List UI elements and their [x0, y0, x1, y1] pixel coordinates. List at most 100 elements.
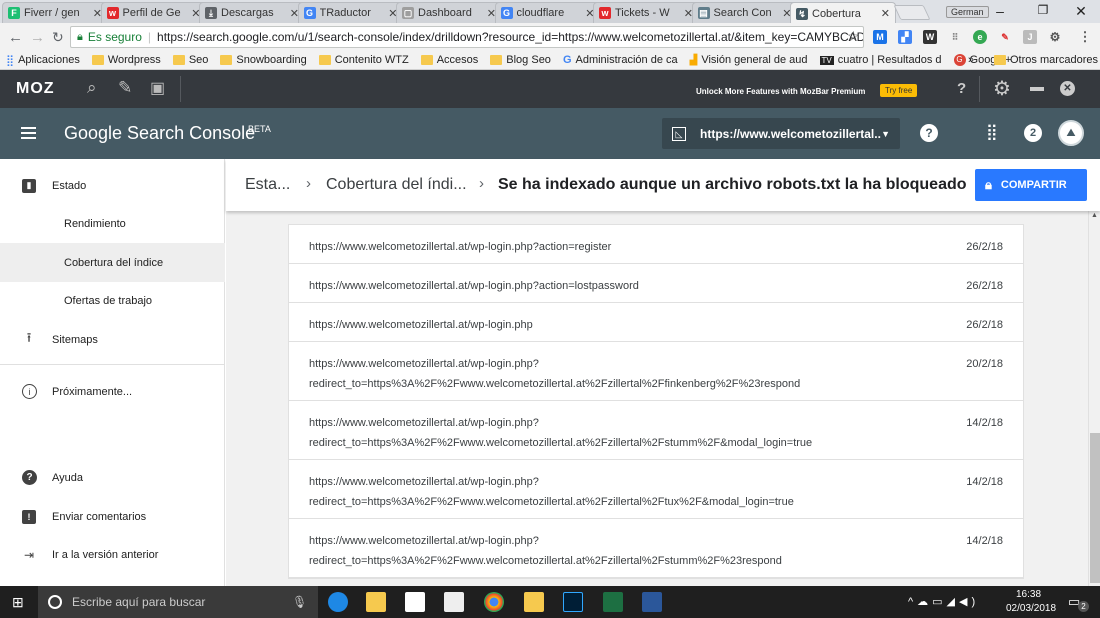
profile-button[interactable]: German [946, 6, 989, 18]
url-bar[interactable]: 🔒︎ Es seguro | https://search.google.com… [70, 26, 864, 48]
table-row[interactable]: https://www.welcometozillertal.at/wp-log… [289, 342, 1023, 401]
share-button[interactable]: 🔒︎ COMPARTIR [975, 169, 1087, 201]
browser-tab[interactable]: G TRaductor ✕ [297, 2, 404, 23]
scroll-up-icon[interactable]: ▲ [1091, 212, 1098, 219]
gear-ext-icon[interactable]: ⚙ [1048, 30, 1062, 44]
microphone-icon[interactable]: 🎙︎ [292, 595, 307, 609]
sidebar-item-status[interactable]: ▮ Estado [0, 166, 225, 205]
sidebar-item-help[interactable]: ? Ayuda [0, 458, 225, 497]
browser-tab-strip: F Fiverr / gen ✕ w Perfil de Ge ✕ ⤓ Descargas ✕ G… [0, 0, 1100, 24]
scrollbar[interactable]: ▲ [1088, 211, 1100, 586]
bookmark-item[interactable]: TV cuatro | Resultados d [819, 54, 942, 66]
sidebar-item-label: Ayuda [52, 471, 83, 484]
moz-help-icon[interactable]: ? [957, 80, 966, 97]
browser-tab[interactable]: ↯ Cobertura ✕ [790, 2, 896, 24]
avatar[interactable]: ⛰ [1058, 120, 1084, 146]
bookmark-item[interactable]: Contenito WTZ [318, 54, 409, 66]
gray-ext-icon[interactable]: J [1023, 30, 1037, 44]
moz-try-free-button[interactable]: Try free [880, 84, 918, 97]
browser-tab[interactable]: ▤ Search Con ✕ [691, 2, 798, 23]
sidebar-item-sitemaps[interactable]: ⭱ Sitemaps [0, 320, 225, 359]
taskbar-search-box[interactable]: Escribe aquí para buscar 🎙︎ [38, 586, 318, 618]
bookmark-item[interactable]: ⣿ Aplicaciones [6, 54, 80, 67]
table-row[interactable]: https://www.welcometozillertal.at/wp-log… [289, 264, 1023, 303]
browser-tab[interactable]: F Fiverr / gen ✕ [2, 2, 108, 23]
mail-icon[interactable] [444, 592, 464, 612]
bookmark-item[interactable]: Seo [172, 54, 208, 66]
chrome-menu-icon[interactable]: ⋮ [1078, 30, 1092, 44]
moz-close-icon[interactable]: ✕ [1060, 81, 1075, 96]
bookmark-item[interactable]: G Administración de ca [563, 54, 678, 66]
bookmark-item[interactable]: Blog Seo [490, 54, 551, 66]
moz-gear-icon[interactable]: ⚙ [993, 76, 1011, 101]
minimize-button[interactable]: – [985, 3, 1015, 19]
bookmark-star-icon[interactable]: ☆ [847, 28, 860, 45]
system-tray-icons[interactable]: ^☁▭◢◀) [908, 595, 979, 608]
excel-icon[interactable] [603, 592, 623, 612]
back-icon[interactable]: ← [8, 29, 23, 46]
green-ext-icon[interactable]: e [973, 30, 987, 44]
bookmark-item[interactable]: Snowboarding [220, 54, 307, 66]
property-selector[interactable]: ◺ https://www.welcometozillertal... ▼ [662, 118, 900, 149]
property-url: https://www.welcometozillertal... [700, 126, 882, 141]
tab-favicon-icon: F [8, 7, 20, 19]
bookmark-item[interactable]: Accesos [420, 54, 478, 66]
word-icon[interactable] [642, 592, 662, 612]
scrollbar-thumb[interactable] [1090, 433, 1100, 583]
file-explorer-icon[interactable] [366, 592, 386, 612]
moz-minimize-icon[interactable] [1030, 87, 1044, 91]
sidebar-item-performance[interactable]: Rendimiento [0, 204, 225, 243]
breadcrumb: Esta... › Cobertura del índi... › Se ha … [226, 159, 1100, 211]
sidebar-item-coming-soon[interactable]: i Próximamente... [0, 372, 225, 411]
store-icon[interactable] [405, 592, 425, 612]
wr-ext-icon[interactable]: W [923, 30, 937, 44]
row-url: https://www.welcometozillertal.at/wp-log… [309, 280, 639, 292]
sidebar-item-old-version[interactable]: ⇥ Ir a la versión anterior [0, 535, 225, 574]
page-analysis-icon[interactable]: ⌕ [87, 78, 97, 98]
apps-grid-icon[interactable]: ⣿ [986, 122, 998, 142]
feedback-icon: ! [22, 509, 36, 524]
gmail-ext-icon[interactable]: M [873, 30, 887, 44]
new-tab-button[interactable] [893, 5, 931, 20]
chart-ext-icon[interactable]: ▞ [898, 30, 912, 44]
table-row[interactable]: https://www.welcometozillertal.at/wp-log… [289, 460, 1023, 519]
table-row[interactable]: https://www.welcometozillertal.at/wp-log… [289, 401, 1023, 460]
mozbar-settings-icon[interactable]: ▣ [150, 78, 165, 98]
highlight-pen-icon[interactable]: ✎ [118, 78, 132, 98]
other-bookmarks-folder[interactable]: Otros marcadores [994, 54, 1098, 66]
table-row[interactable]: https://www.welcometozillertal.at/wp-log… [289, 303, 1023, 342]
table-row[interactable]: https://www.welcometozillertal.at/wp-log… [289, 519, 1023, 578]
taskbar-date[interactable]: 02/03/2018 [1006, 603, 1056, 614]
bookmark-item[interactable]: ▟ Visión general de aud [690, 54, 808, 66]
pin-ext-icon[interactable]: ✎ [998, 30, 1012, 44]
maximize-button[interactable]: ❐ [1028, 3, 1058, 17]
forward-icon[interactable]: → [30, 29, 45, 46]
more-bookmarks-button[interactable]: » [968, 54, 974, 66]
browser-tab[interactable]: ▢ Dashboard ✕ [396, 2, 502, 23]
photoshop-icon[interactable] [563, 592, 583, 612]
reload-icon[interactable]: ↻ [52, 29, 64, 46]
hamburger-menu-icon[interactable] [21, 127, 36, 139]
help-icon[interactable]: ? [920, 124, 938, 142]
chrome-icon[interactable] [484, 592, 504, 612]
browser-tab[interactable]: ⤓ Descargas ✕ [199, 2, 305, 23]
notifications-badge[interactable]: 2 [1024, 124, 1042, 142]
windows-start-icon[interactable]: ⊞ [12, 594, 24, 611]
edge-icon[interactable] [328, 592, 348, 612]
breadcrumb-item-coverage[interactable]: Cobertura del índi... [326, 176, 467, 194]
table-row[interactable]: https://www.welcometozillertal.at/wp-log… [289, 225, 1023, 264]
taskbar-time[interactable]: 16:38 [1016, 589, 1041, 600]
breadcrumb-item-status[interactable]: Esta... [245, 176, 290, 194]
bookmark-label: Blog Seo [506, 54, 551, 66]
sidebar-item-feedback[interactable]: ! Enviar comentarios [0, 497, 225, 536]
sidebar-item-jobs[interactable]: Ofertas de trabajo [0, 281, 225, 320]
close-tab-icon[interactable]: ✕ [881, 7, 890, 20]
browser-tab[interactable]: w Tickets - W ✕ [593, 2, 699, 23]
bookmark-item[interactable]: Wordpress [91, 54, 161, 66]
browser-tab[interactable]: w Perfil de Ge ✕ [100, 2, 207, 23]
close-window-button[interactable]: ✕ [1066, 3, 1096, 20]
browser-tab[interactable]: Gcloudflare ✕ [494, 2, 601, 23]
notes-icon[interactable] [524, 592, 544, 612]
sidebar-item-coverage[interactable]: Cobertura del índice [0, 243, 225, 282]
grid-ext-icon[interactable]: ⠿ [948, 30, 962, 44]
